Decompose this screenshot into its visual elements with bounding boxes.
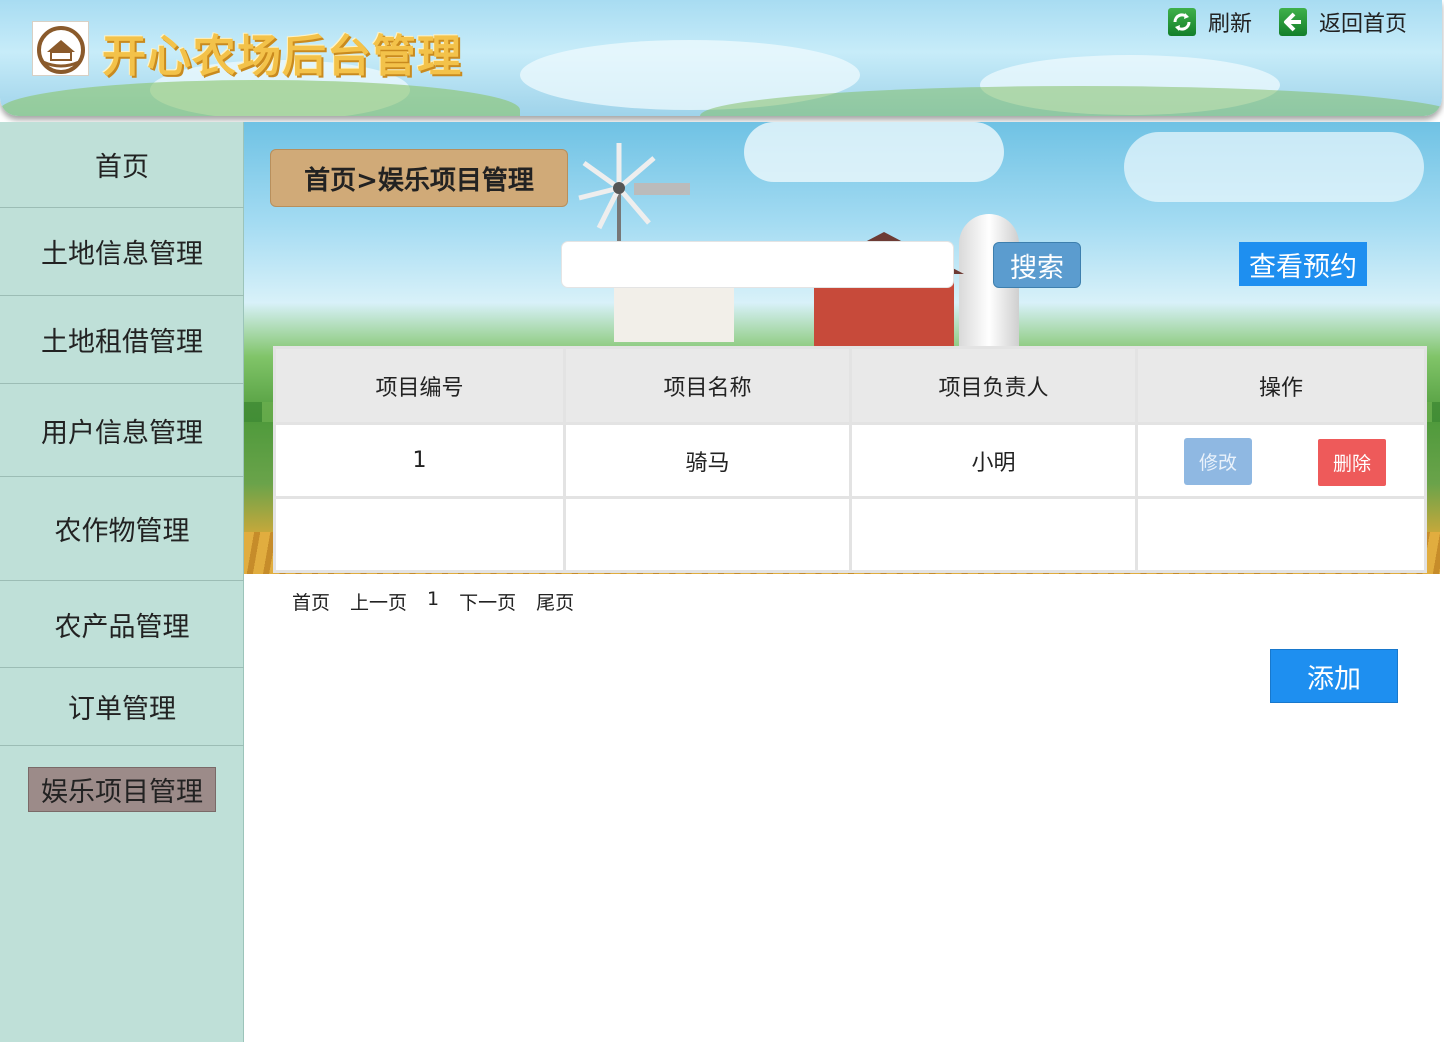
sidebar-item-land-info[interactable]: 土地信息管理	[0, 208, 244, 296]
empty-cell	[849, 496, 1138, 573]
sidebar-item-label: 首页	[95, 152, 149, 183]
sidebar-item-user-info[interactable]: 用户信息管理	[0, 384, 244, 477]
windmill-icon	[578, 143, 690, 248]
back-home-link[interactable]: 返回首页	[1279, 6, 1407, 38]
sidebar-item-label: 用户信息管理	[41, 417, 203, 449]
cell-actions: 修改 删除	[1135, 422, 1427, 499]
search-input[interactable]	[561, 241, 954, 288]
app-title: 开心农场后台管理	[102, 31, 462, 82]
table-row: 1 骑马 小明 修改 删除	[273, 422, 1427, 499]
pager-next[interactable]: 下一页	[459, 588, 516, 615]
white-barn	[614, 282, 734, 342]
sidebar-item-crops[interactable]: 农作物管理	[0, 477, 244, 581]
table-row-empty	[273, 496, 1427, 573]
sidebar: 首页 土地信息管理 土地租借管理 用户信息管理 农作物管理 农产品管理 订单管理…	[0, 122, 244, 1042]
refresh-icon	[1168, 8, 1196, 36]
edit-button[interactable]: 修改	[1184, 438, 1252, 485]
sidebar-item-label: 土地信息管理	[41, 239, 203, 270]
add-button[interactable]: 添加	[1270, 649, 1398, 703]
cell-id: 1	[273, 422, 566, 499]
pager-first[interactable]: 首页	[292, 588, 330, 615]
sidebar-item-land-lease[interactable]: 土地租借管理	[0, 296, 244, 384]
sidebar-item-label: 土地租借管理	[41, 327, 203, 358]
sidebar-item-label: 娱乐项目管理	[28, 766, 216, 812]
delete-button[interactable]: 删除	[1318, 439, 1386, 486]
col-header-manager: 项目负责人	[849, 346, 1138, 425]
sidebar-item-home[interactable]: 首页	[0, 122, 244, 208]
entertainment-table: 项目编号 项目名称 项目负责人 操作 1 骑马 小明 修改 删除	[273, 346, 1427, 573]
col-header-actions: 操作	[1135, 346, 1427, 425]
arrow-left-icon	[1279, 8, 1307, 36]
back-home-label: 返回首页	[1319, 12, 1408, 37]
sidebar-item-orders[interactable]: 订单管理	[0, 668, 244, 746]
cell-name: 骑马	[563, 422, 852, 499]
cell-manager: 小明	[849, 422, 1138, 499]
pager-prev[interactable]: 上一页	[350, 588, 407, 615]
sidebar-item-label: 订单管理	[68, 694, 176, 725]
pager-current[interactable]: 1	[427, 588, 439, 615]
sidebar-item-entertainment[interactable]: 娱乐项目管理	[0, 746, 244, 832]
col-header-id: 项目编号	[273, 346, 566, 425]
search-button[interactable]: 搜索	[993, 242, 1081, 288]
view-reservations-button[interactable]: 查看预约	[1239, 242, 1367, 286]
farm-logo-icon	[32, 21, 89, 76]
empty-cell	[1135, 496, 1427, 573]
sidebar-item-label: 农产品管理	[54, 611, 190, 643]
empty-cell	[563, 496, 852, 573]
header-hill	[0, 80, 520, 116]
col-header-name: 项目名称	[563, 346, 852, 425]
refresh-label: 刷新	[1208, 12, 1253, 37]
pager-last[interactable]: 尾页	[536, 588, 574, 615]
refresh-link[interactable]: 刷新	[1168, 6, 1252, 38]
empty-cell	[273, 496, 566, 573]
app-header: 开心农场后台管理 刷新 返回首页	[0, 0, 1442, 116]
sidebar-item-label: 农作物管理	[54, 516, 190, 547]
breadcrumb: 首页>娱乐项目管理	[270, 149, 568, 207]
banner-cloud	[1124, 132, 1424, 202]
banner-cloud	[744, 122, 1004, 182]
sidebar-item-products[interactable]: 农产品管理	[0, 581, 244, 668]
table-header-row: 项目编号 项目名称 项目负责人 操作	[273, 346, 1427, 425]
pagination: 首页 上一页 1 下一页 尾页	[292, 588, 594, 615]
